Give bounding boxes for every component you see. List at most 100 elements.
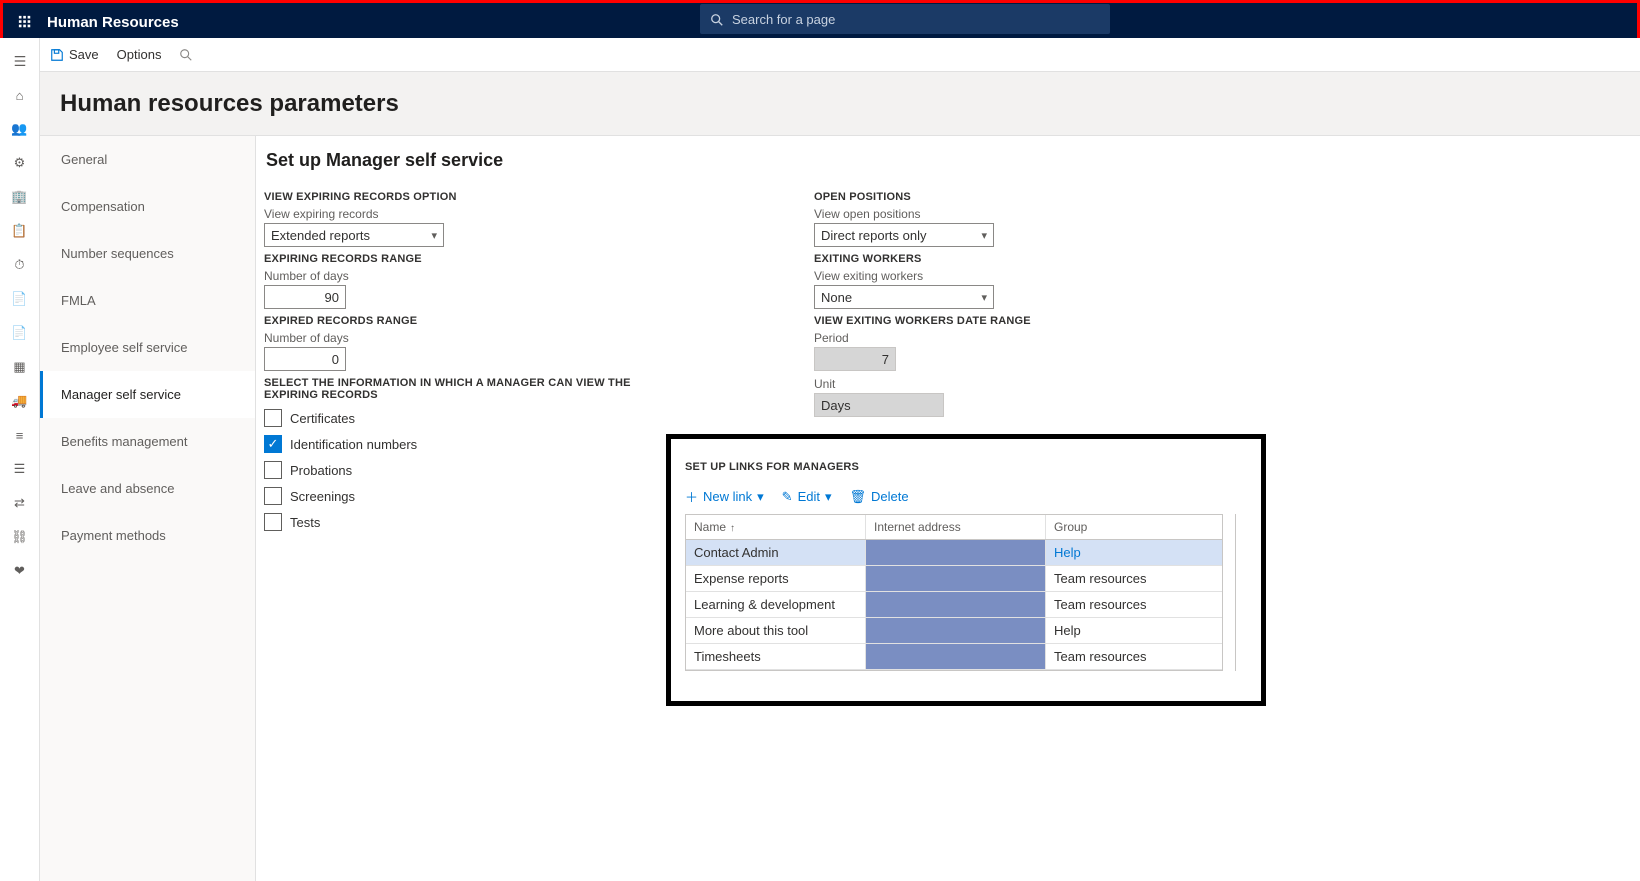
global-search[interactable] [700, 4, 1110, 34]
rail-doc-left-icon[interactable]: 📄 [0, 316, 40, 350]
table-row[interactable]: More about this toolHelp [686, 618, 1222, 644]
view-open-positions-select[interactable]: Direct reports only ▾ [814, 223, 994, 247]
delete-link-button[interactable]: 🗑 Delete [850, 487, 909, 506]
table-row[interactable]: Expense reports Team resources [686, 566, 1222, 592]
checkbox-label: Identification numbers [290, 437, 417, 452]
rail-flow-icon[interactable]: ⇄ [0, 486, 40, 520]
rail-people-icon[interactable]: 👥 [0, 112, 40, 146]
heart-tag-icon: ❤ [14, 563, 25, 579]
hamburger-button[interactable] [0, 44, 40, 78]
waffle-launcher[interactable] [3, 13, 47, 31]
rail-truck-icon[interactable]: 🚚 [0, 384, 40, 418]
rail-heart-tag-icon[interactable]: ❤ [0, 554, 40, 588]
command-bar: Save Options [40, 38, 1640, 72]
sidenav-item-leave-and-absence[interactable]: Leave and absence [40, 465, 255, 512]
field-label: View expiring records [264, 207, 674, 221]
chevron-down-icon: ▾ [981, 229, 987, 242]
options-label: Options [117, 47, 162, 62]
table-row[interactable]: Contact AdminHelp [686, 540, 1222, 566]
view-expiring-records-select[interactable]: Extended reports ▾ [264, 223, 444, 247]
sidenav-item-manager-self-service[interactable]: Manager self service [40, 371, 255, 418]
cell-name: Timesheets [686, 644, 866, 669]
chevron-down-icon: ▾ [431, 229, 437, 242]
sort-asc-icon: ↑ [730, 523, 735, 534]
rail-person-clock-icon[interactable]: ⏱ [0, 248, 40, 282]
col-internet-address[interactable]: Internet address [866, 515, 1046, 539]
main-area: GeneralCompensationNumber sequencesFMLAE… [40, 136, 1640, 881]
rail-person-settings-icon[interactable]: ⚙ [0, 146, 40, 180]
search-input[interactable] [732, 12, 1100, 27]
save-button[interactable]: Save [50, 47, 99, 63]
cell-internet-address [866, 566, 1046, 591]
search-icon [710, 11, 724, 27]
sidenav-item-benefits-management[interactable]: Benefits management [40, 418, 255, 465]
checkbox-tests[interactable]: Tests [264, 509, 674, 535]
search-command[interactable] [179, 47, 193, 63]
cell-name: Contact Admin [686, 540, 866, 565]
expired-days-input[interactable]: 0 [264, 347, 346, 371]
truck-icon: 🚚 [11, 393, 27, 409]
section-title: VIEW EXPIRING RECORDS OPTION [264, 191, 674, 203]
checkbox-identification-numbers[interactable]: ✓Identification numbers [264, 431, 674, 457]
options-button[interactable]: Options [117, 47, 162, 62]
left-column: VIEW EXPIRING RECORDS OPTION View expiri… [264, 185, 674, 535]
page-title: Human resources parameters [60, 90, 399, 118]
app-title: Human Resources [47, 14, 179, 31]
field-label: Period [814, 331, 1031, 345]
sidenav-item-fmla[interactable]: FMLA [40, 277, 255, 324]
tiles-icon: ▦ [13, 359, 25, 375]
flow-icon: ⇄ [14, 495, 25, 511]
view-exiting-workers-select[interactable]: None ▾ [814, 285, 994, 309]
cell-group: Team resources [1046, 566, 1222, 591]
list-center-icon: ≡ [16, 428, 24, 443]
col-group[interactable]: Group [1046, 515, 1222, 539]
checkbox-probations[interactable]: Probations [264, 457, 674, 483]
checkbox-label: Certificates [290, 411, 355, 426]
cell-internet-address [866, 644, 1046, 669]
cell-internet-address [866, 540, 1046, 565]
section-title: SELECT THE INFORMATION IN WHICH A MANAGE… [264, 377, 674, 401]
rail-bullets-icon[interactable]: ☰ [0, 452, 40, 486]
sidenav-item-compensation[interactable]: Compensation [40, 183, 255, 230]
new-link-button[interactable]: ＋ New link ▾ [685, 487, 764, 506]
rail-hierarchy-icon[interactable]: ⛓ [0, 520, 40, 554]
waffle-icon [18, 15, 32, 29]
cell-name: Learning & development [686, 592, 866, 617]
period-field-readonly: 7 [814, 347, 896, 371]
rail-list-center-icon[interactable]: ≡ [0, 418, 40, 452]
cell-name: Expense reports [686, 566, 866, 591]
rail-clipboard-icon[interactable]: 📋 [0, 214, 40, 248]
bullets-icon: ☰ [14, 461, 26, 477]
table-scrollbar[interactable] [1235, 514, 1247, 671]
checkbox-certificates[interactable]: Certificates [264, 405, 674, 431]
sidenav-item-payment-methods[interactable]: Payment methods [40, 512, 255, 559]
edit-link-button[interactable]: ✎ Edit ▾ [782, 487, 832, 506]
table-row[interactable]: Learning & developmentTeam resources [686, 592, 1222, 618]
col-name[interactable]: Name↑ [686, 515, 866, 539]
rail-tiles-icon[interactable]: ▦ [0, 350, 40, 384]
checkbox-icon [264, 461, 282, 479]
sidenav-item-general[interactable]: General [40, 136, 255, 183]
rail-doc-right-icon[interactable]: 📄 [0, 282, 40, 316]
cell-internet-address [866, 592, 1046, 617]
checkbox-label: Tests [290, 515, 320, 530]
expiring-days-input[interactable]: 90 [264, 285, 346, 309]
chevron-down-icon: ▾ [981, 291, 987, 304]
trash-icon: 🗑 [850, 489, 867, 505]
sidenav-item-employee-self-service[interactable]: Employee self service [40, 324, 255, 371]
field-label: Number of days [264, 331, 674, 345]
rail-org-icon[interactable]: 🏢 [0, 180, 40, 214]
checkbox-screenings[interactable]: Screenings [264, 483, 674, 509]
home-icon: ⌂ [16, 88, 24, 103]
checkbox-icon [264, 513, 282, 531]
content-panel: Set up Manager self service VIEW EXPIRIN… [256, 136, 1640, 881]
section-title: OPEN POSITIONS [814, 191, 1031, 203]
content-heading: Set up Manager self service [264, 150, 1640, 171]
hamburger-icon [13, 54, 27, 68]
person-settings-icon: ⚙ [14, 155, 26, 171]
table-row[interactable]: TimesheetsTeam resources [686, 644, 1222, 670]
sidenav-item-number-sequences[interactable]: Number sequences [40, 230, 255, 277]
people-icon: 👥 [11, 121, 27, 137]
rail-home-icon[interactable]: ⌂ [0, 78, 40, 112]
save-icon [50, 47, 64, 63]
